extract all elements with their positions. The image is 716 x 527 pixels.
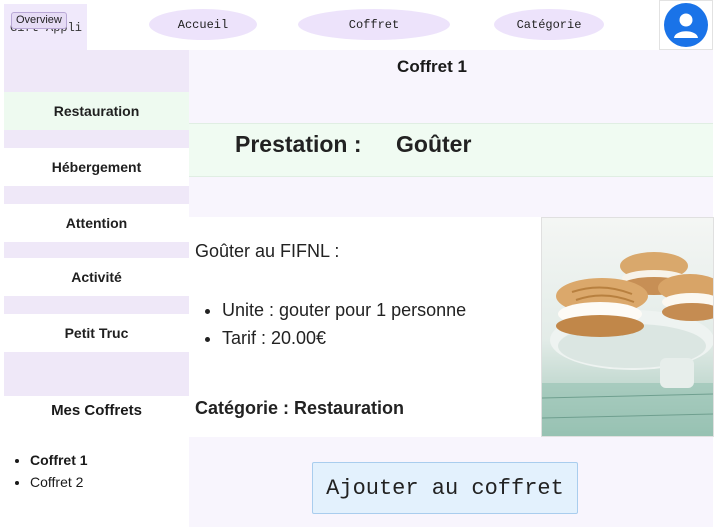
detail-list: Unite : gouter pour 1 personne Tarif : 2… [204,296,466,352]
sidebar-item-attention[interactable]: Attention [4,204,189,242]
add-to-box-button[interactable]: Ajouter au coffret [312,462,578,514]
sidebar-item-petit-truc[interactable]: Petit Truc [4,314,189,352]
my-box-item[interactable]: Coffret 1 [30,449,88,471]
my-boxes-title: Mes Coffrets [51,401,142,419]
prestation-label: Prestation : [235,131,362,157]
prestation-name: Goûter [396,131,472,157]
detail-name: Goûter au FIFNL : [195,241,340,261]
nav-categorie[interactable]: Catégorie [494,9,604,40]
detail-category: Catégorie : Restauration [195,398,405,418]
my-boxes-list: Coffret 1 Coffret 2 [14,449,88,493]
coffret-title: Coffret 1 [397,57,467,76]
sidebar-item-hebergement[interactable]: Hébergement [4,148,189,186]
detail-price: Tarif : 20.00€ [222,324,466,352]
detail-unit: Unite : gouter pour 1 personne [222,296,466,324]
user-icon[interactable] [664,3,708,47]
account-area [659,0,713,50]
overview-badge[interactable]: Overview [11,12,67,29]
sidebar-item-activite[interactable]: Activité [4,258,189,296]
cookies-photo [541,217,714,437]
sidebar-item-restauration[interactable]: Restauration [4,92,189,130]
nav-accueil[interactable]: Accueil [149,9,257,40]
my-box-item[interactable]: Coffret 2 [30,471,88,493]
nav-coffret[interactable]: Coffret [298,9,450,40]
